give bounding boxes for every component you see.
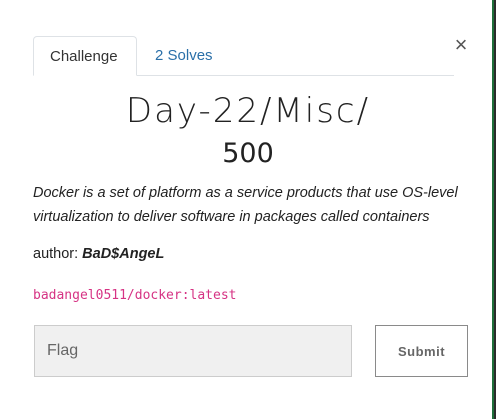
challenge-name: Day-22/Misc/ <box>125 91 371 131</box>
challenge-modal: × Challenge 2 Solves Day-22/Misc/ 500 Do… <box>0 0 494 419</box>
challenge-description: Docker is a set of platform as a service… <box>33 185 458 225</box>
challenge-tabs: Challenge 2 Solves <box>33 36 454 76</box>
tab-solves[interactable]: 2 Solves <box>139 36 229 76</box>
author-line: author: BaD$AngeL <box>33 246 164 262</box>
docker-image-code: badangel0511/docker:latest <box>33 288 237 303</box>
author-name: BaD$AngeL <box>82 246 165 262</box>
author-label: author: <box>33 246 83 262</box>
submit-button[interactable]: Submit <box>375 325 468 377</box>
flag-input[interactable] <box>34 325 352 377</box>
close-icon[interactable]: × <box>451 34 471 56</box>
tab-challenge[interactable]: Challenge <box>33 36 137 76</box>
challenge-value: 500 <box>222 138 274 169</box>
